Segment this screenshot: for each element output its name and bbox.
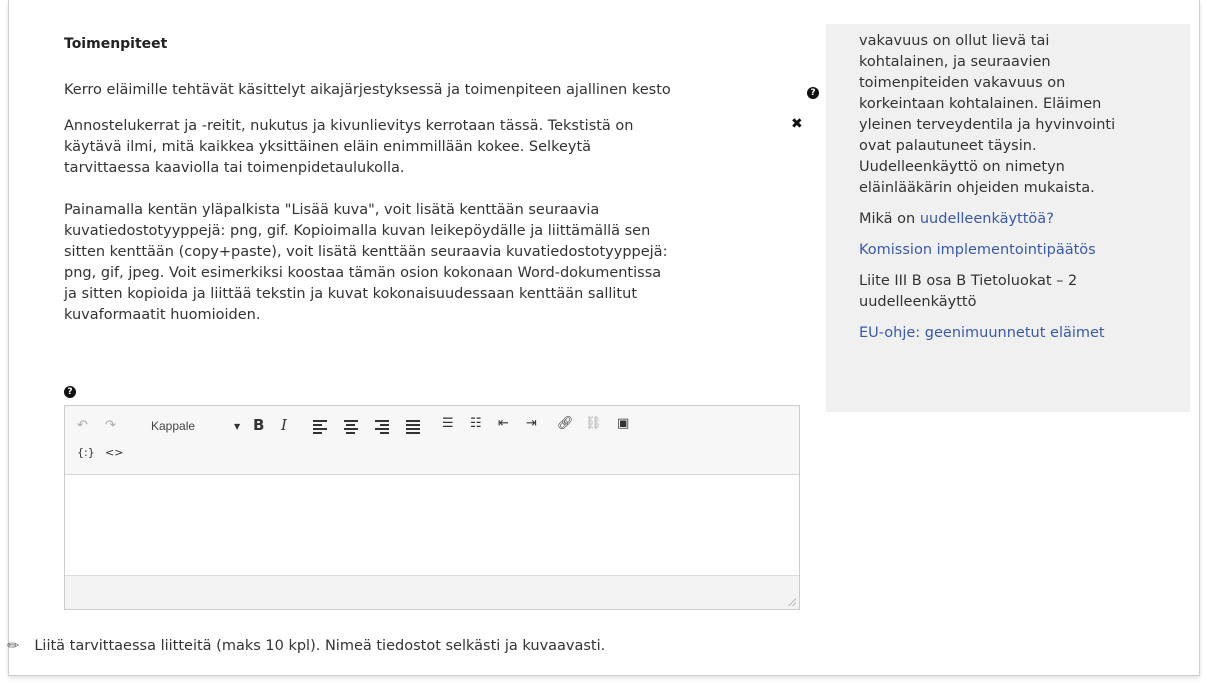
italic-button[interactable]: I	[281, 416, 287, 434]
help-icon[interactable]: ?	[807, 87, 819, 99]
align-center-icon[interactable]	[344, 418, 358, 440]
redo-icon[interactable]: ↷	[105, 418, 116, 433]
attachments-row[interactable]: ✎ Liitä tarvittaessa liitteitä (maks 10 …	[4, 636, 606, 656]
info-sidebar: vakavuus on ollut lievä tai kohtalainen,…	[826, 24, 1190, 412]
annex-text: Liite III B osa B Tietoluokat – 2 uudell…	[859, 273, 1078, 310]
sidebar-content: vakavuus on ollut lievä tai kohtalainen,…	[859, 31, 1164, 354]
rich-text-editor: ↶ ↷ Kappale ▼ B I ☰ ☷ ⇤ ⇥ 🔗︎ ⛓︎ ▣ {:} <>	[64, 405, 800, 610]
link-icon[interactable]: 🔗︎	[557, 416, 574, 431]
sidebar-question: Mikä on uudelleenkäyttöä?	[859, 209, 1164, 230]
sidebar-question-prefix: Mikä on	[859, 211, 920, 227]
eu-guidance-link[interactable]: EU-ohje: geenimuunnetut eläimet	[859, 325, 1105, 341]
outdent-icon[interactable]: ⇤	[498, 416, 509, 431]
source-code-button[interactable]: <>	[105, 446, 123, 459]
paperclip-icon: ✎	[4, 636, 24, 656]
chevron-down-icon[interactable]: ▼	[234, 422, 240, 431]
variable-button[interactable]: {:}	[77, 446, 95, 459]
unlink-icon[interactable]: ⛓︎	[585, 416, 602, 431]
sidebar-link-row: Komission implementointipäätös	[859, 240, 1164, 261]
reuse-link[interactable]: uudelleenkäyttöä?	[920, 211, 1054, 227]
numbered-list-icon[interactable]: ☷	[470, 416, 482, 431]
format-select[interactable]: Kappale	[151, 419, 195, 433]
question-row: Kerro eläimille tehtävät käsittelyt aika…	[64, 82, 819, 99]
align-right-icon[interactable]	[375, 418, 389, 440]
align-justify-icon[interactable]	[406, 418, 420, 440]
editor-content[interactable]	[65, 475, 799, 575]
resize-handle-icon[interactable]	[788, 598, 796, 606]
help-text: Annostelukerrat ja -reitit, nukutus ja k…	[64, 116, 784, 347]
sidebar-link-row: EU-ohje: geenimuunnetut eläimet	[859, 323, 1164, 344]
bullet-list-icon[interactable]: ☰	[442, 416, 454, 431]
bold-button[interactable]: B	[253, 416, 264, 434]
attachments-text: Liitä tarvittaessa liitteitä (maks 10 kp…	[34, 638, 606, 654]
insert-image-icon[interactable]: ▣	[617, 416, 629, 431]
editor-toolbar: ↶ ↷ Kappale ▼ B I ☰ ☷ ⇤ ⇥ 🔗︎ ⛓︎ ▣ {:} <>	[65, 406, 799, 475]
sidebar-text: vakavuus on ollut lievä tai kohtalainen,…	[859, 33, 1116, 196]
help-paragraph: Painamalla kentän yläpalkista "Lisää kuv…	[64, 202, 668, 323]
commission-decision-link[interactable]: Komission implementointipäätös	[859, 242, 1096, 258]
help-paragraph: Annostelukerrat ja -reitit, nukutus ja k…	[64, 118, 634, 176]
editor-statusbar	[65, 575, 799, 609]
editor-help-icon[interactable]: ?	[64, 386, 76, 398]
question-label: Kerro eläimille tehtävät käsittelyt aika…	[64, 82, 671, 98]
align-left-icon[interactable]	[313, 418, 327, 440]
section-title: Toimenpiteet	[64, 36, 168, 52]
undo-icon[interactable]: ↶	[77, 418, 88, 433]
indent-icon[interactable]: ⇥	[526, 416, 537, 431]
close-icon[interactable]: ✖	[791, 116, 803, 132]
